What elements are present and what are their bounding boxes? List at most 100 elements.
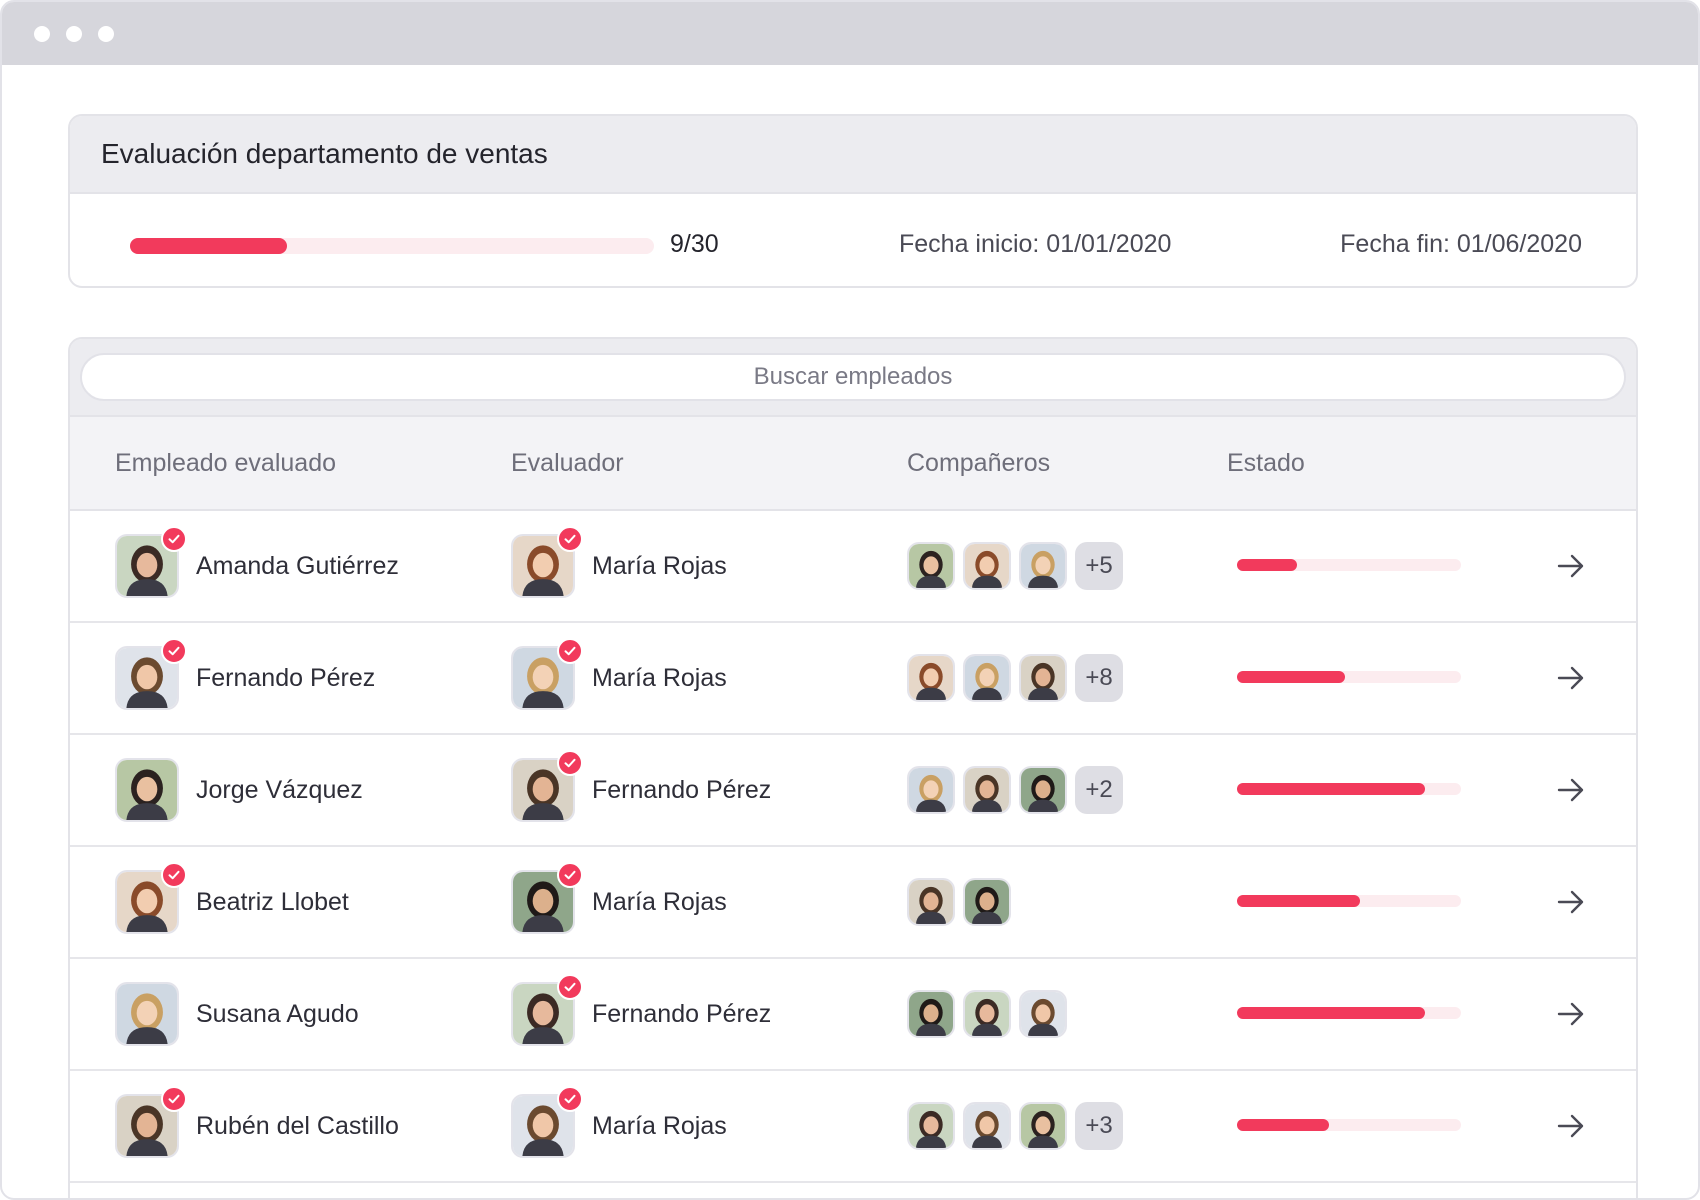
avatar-photo-icon	[909, 992, 953, 1036]
page-title: Evaluación departamento de ventas	[101, 138, 548, 169]
completed-check-badge	[161, 1086, 187, 1112]
employee-name: Rubén del Castillo	[196, 1111, 399, 1140]
evaluator-cell: María Rojas	[511, 1071, 727, 1181]
avatar-photo-icon	[965, 656, 1009, 700]
open-row-button[interactable]	[1555, 1111, 1587, 1141]
open-row-button[interactable]	[1555, 663, 1587, 693]
employee-name: Susana Agudo	[196, 999, 359, 1028]
evaluator-name: María Rojas	[592, 887, 727, 916]
peer-avatar[interactable]	[907, 654, 955, 702]
avatar-photo-icon	[965, 768, 1009, 812]
column-header-status: Estado	[1227, 449, 1305, 477]
check-icon	[168, 534, 180, 544]
employee-name: Fernando Pérez	[196, 663, 376, 692]
evaluator-avatar	[511, 526, 583, 598]
completed-check-badge	[557, 638, 583, 664]
column-header-peers: Compañeros	[907, 449, 1051, 477]
more-peers-badge[interactable]: +3	[1075, 1102, 1123, 1150]
table-row[interactable]: Susana Agudo Fernando Pérez	[70, 959, 1636, 1071]
arrow-right-icon	[1557, 778, 1584, 802]
arrow-right-icon	[1557, 890, 1584, 914]
check-icon	[564, 534, 576, 544]
more-peers-badge[interactable]: +2	[1075, 766, 1123, 814]
employee-avatar	[115, 758, 179, 822]
avatar-photo-icon	[909, 656, 953, 700]
avatar-photo-icon	[117, 984, 177, 1044]
evaluator-cell: Fernando Pérez	[511, 959, 771, 1069]
column-header-employee: Empleado evaluado	[115, 449, 336, 477]
table-row[interactable]: Amanda Gutiérrez María Rojas +5	[70, 511, 1636, 623]
evaluator-cell: María Rojas	[511, 847, 727, 957]
peers-cell: +5	[907, 511, 1123, 621]
peer-avatar[interactable]	[907, 766, 955, 814]
peer-avatar[interactable]	[1019, 654, 1067, 702]
search-input[interactable]	[80, 353, 1626, 401]
peer-avatar[interactable]	[907, 1102, 955, 1150]
table-row[interactable]: Beatriz Llobet María Rojas	[70, 847, 1636, 959]
avatar-photo-icon	[117, 760, 177, 820]
status-progress-fill	[1237, 671, 1345, 683]
table-row[interactable]: Rubén del Castillo María Rojas +3	[70, 1071, 1636, 1183]
more-peers-badge[interactable]: +5	[1075, 542, 1123, 590]
avatar	[115, 758, 179, 822]
evaluation-summary-card: Evaluación departamento de ventas 9/30 F…	[68, 114, 1638, 288]
completed-check-badge	[557, 1086, 583, 1112]
peers-group	[907, 878, 1011, 926]
avatar-photo-icon	[909, 1104, 953, 1148]
open-row-button[interactable]	[1555, 775, 1587, 805]
avatar-photo-icon	[1021, 992, 1065, 1036]
evaluator-cell: María Rojas	[511, 623, 727, 733]
evaluator-name: Fernando Pérez	[592, 999, 772, 1028]
peer-avatar[interactable]	[963, 654, 1011, 702]
peer-avatar[interactable]	[907, 878, 955, 926]
check-icon	[564, 758, 576, 768]
arrow-right-icon	[1557, 554, 1584, 578]
peer-avatar[interactable]	[963, 542, 1011, 590]
open-row-button[interactable]	[1555, 999, 1587, 1029]
window-titlebar	[2, 2, 1698, 65]
employee-avatar	[115, 982, 179, 1046]
peer-avatar[interactable]	[1019, 766, 1067, 814]
avatar-photo-icon	[1021, 544, 1065, 588]
status-progress-fill	[1237, 783, 1426, 795]
peer-avatar[interactable]	[963, 766, 1011, 814]
avatar	[115, 982, 179, 1046]
status-progress-bar	[1237, 783, 1461, 795]
window-dot-icon[interactable]	[98, 26, 114, 42]
check-icon	[168, 646, 180, 656]
open-row-button[interactable]	[1555, 887, 1587, 917]
peer-avatar[interactable]	[963, 1102, 1011, 1150]
peer-avatar[interactable]	[963, 878, 1011, 926]
avatar-photo-icon	[909, 768, 953, 812]
summary-header: Evaluación departamento de ventas	[70, 116, 1636, 194]
window-dot-icon[interactable]	[34, 26, 50, 42]
evaluator-name: María Rojas	[592, 663, 727, 692]
peer-avatar[interactable]	[963, 990, 1011, 1038]
arrow-right-icon	[1557, 666, 1584, 690]
window-dot-icon[interactable]	[66, 26, 82, 42]
completed-check-badge	[557, 750, 583, 776]
evaluation-progress-fill	[130, 238, 288, 254]
table-row[interactable]: Jorge Vázquez Fernando Pérez +2	[70, 735, 1636, 847]
peer-avatar[interactable]	[907, 542, 955, 590]
avatar-photo-icon	[909, 880, 953, 924]
more-peers-badge[interactable]: +8	[1075, 654, 1123, 702]
table-body: Amanda Gutiérrez María Rojas +5 Fernando…	[70, 511, 1636, 1183]
peer-avatar[interactable]	[907, 990, 955, 1038]
open-row-button[interactable]	[1555, 551, 1587, 581]
status-progress-fill	[1237, 559, 1298, 571]
peer-avatar[interactable]	[1019, 542, 1067, 590]
peer-avatar[interactable]	[1019, 1102, 1067, 1150]
evaluator-cell: María Rojas	[511, 511, 727, 621]
peer-avatar[interactable]	[1019, 990, 1067, 1038]
completed-check-badge	[557, 526, 583, 552]
table-row[interactable]: Fernando Pérez María Rojas +8	[70, 623, 1636, 735]
peers-group: +5	[907, 542, 1123, 590]
search-bar	[70, 339, 1636, 417]
avatar-photo-icon	[965, 880, 1009, 924]
evaluator-name: Fernando Pérez	[592, 775, 772, 804]
avatar-photo-icon	[965, 544, 1009, 588]
evaluator-avatar	[511, 638, 583, 710]
completed-check-badge	[557, 974, 583, 1000]
start-date: Fecha inicio: 01/01/2020	[899, 230, 1172, 258]
